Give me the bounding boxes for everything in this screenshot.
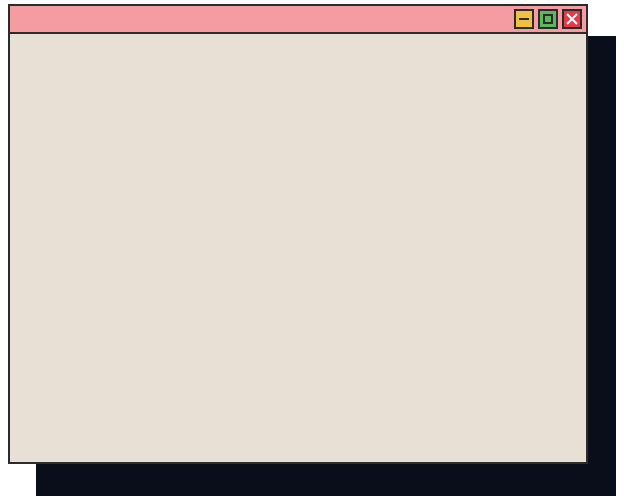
application-window — [8, 4, 588, 464]
close-button[interactable] — [562, 9, 582, 29]
window-content — [10, 34, 586, 462]
maximize-icon — [543, 14, 553, 24]
titlebar[interactable] — [10, 6, 586, 34]
minimize-button[interactable] — [514, 9, 534, 29]
close-icon — [566, 13, 578, 25]
maximize-button[interactable] — [538, 9, 558, 29]
minimize-icon — [519, 18, 529, 20]
